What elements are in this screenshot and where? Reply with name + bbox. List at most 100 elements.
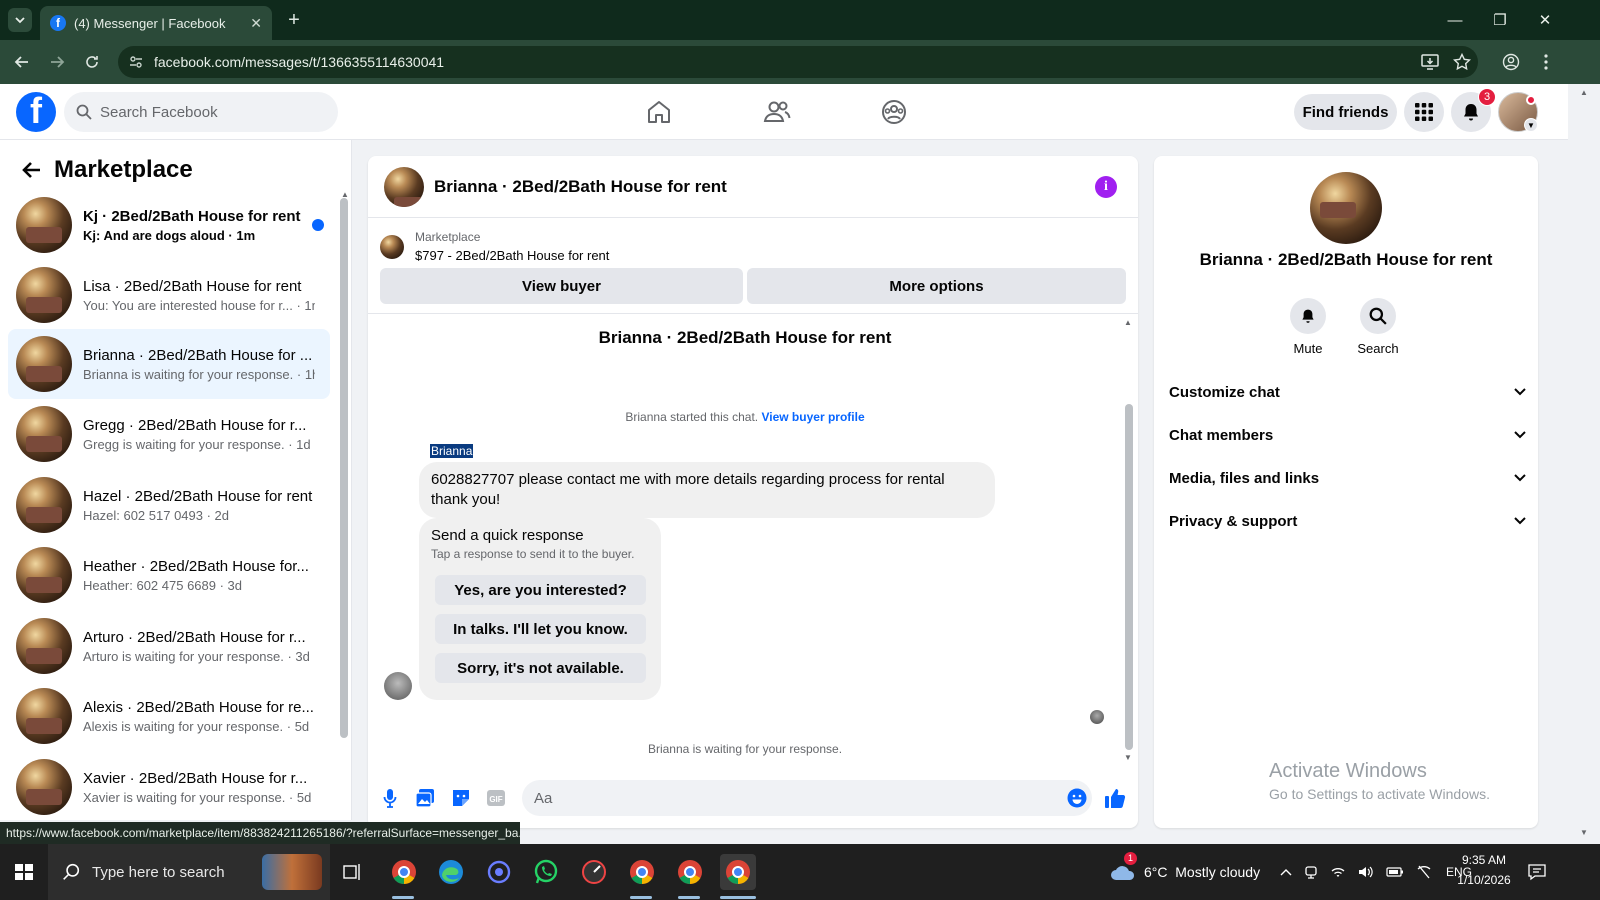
browser-tab[interactable]: f (4) Messenger | Facebook ✕	[40, 6, 272, 40]
like-icon[interactable]	[1103, 786, 1127, 810]
taskbar-search[interactable]: Type here to search	[48, 844, 330, 900]
site-settings-icon[interactable]	[124, 50, 148, 74]
find-friends-button[interactable]: Find friends	[1294, 94, 1397, 130]
weather-widget[interactable]: 1 6°C Mostly cloudy	[1110, 844, 1260, 900]
taskbar-app-blue[interactable]	[481, 854, 517, 890]
reload-button[interactable]	[80, 50, 104, 74]
quick-reply-button[interactable]: Yes, are you interested?	[435, 575, 646, 605]
conversation-item[interactable]: Gregg · 2Bed/2Bath House for r... Gregg …	[8, 399, 330, 469]
close-window-button[interactable]: ✕	[1530, 8, 1560, 32]
close-tab-icon[interactable]: ✕	[250, 15, 262, 32]
chrome-icon	[392, 860, 416, 884]
search-icon	[63, 863, 80, 880]
facebook-logo[interactable]: f	[16, 92, 56, 132]
quick-reply-button[interactable]: Sorry, it's not available.	[435, 653, 646, 683]
profile-alert-dot	[1526, 95, 1536, 105]
minimize-button[interactable]: —	[1440, 8, 1470, 32]
chrome-icon	[630, 860, 654, 884]
conversation-item[interactable]: Arturo · 2Bed/2Bath House for r... Artur…	[8, 611, 330, 681]
forward-button[interactable]	[45, 50, 69, 74]
view-buyer-button[interactable]: View buyer	[380, 268, 743, 304]
privacy-support-row[interactable]: Privacy & support	[1169, 503, 1527, 539]
search-label: Search	[1357, 341, 1399, 356]
taskbar-whatsapp-app[interactable]	[528, 854, 564, 890]
media-files-row[interactable]: Media, files and links	[1169, 460, 1527, 496]
back-button[interactable]	[10, 50, 34, 74]
taskbar-chrome-app[interactable]	[386, 854, 422, 890]
microphone-icon[interactable]	[378, 786, 402, 810]
listing-thumbnail	[16, 197, 72, 253]
friends-nav-button[interactable]	[761, 96, 793, 128]
taskbar-search-placeholder: Type here to search	[92, 863, 225, 881]
info-icon[interactable]: i	[1095, 176, 1117, 198]
conversation-item[interactable]: Hazel · 2Bed/2Bath House for rent Hazel:…	[8, 470, 330, 540]
mute-button[interactable]: Mute	[1278, 298, 1338, 356]
menu-button[interactable]	[1404, 92, 1444, 132]
home-nav-button[interactable]	[643, 96, 675, 128]
page-scrollbar[interactable]: ▲ ▼	[1568, 84, 1600, 844]
contact-avatar[interactable]	[1310, 172, 1382, 244]
thread-scrollbar[interactable]	[1125, 404, 1133, 750]
facebook-search-input[interactable]	[100, 103, 320, 121]
scroll-down-icon[interactable]: ▼	[1580, 828, 1588, 837]
notification-center-button[interactable]	[1528, 844, 1546, 900]
conversation-item[interactable]: Heather · 2Bed/2Bath House for... Heathe…	[8, 540, 330, 610]
new-tab-button[interactable]: +	[282, 8, 306, 32]
search-conversation-button[interactable]: Search	[1348, 298, 1408, 356]
taskbar-app-wpm[interactable]	[576, 854, 612, 890]
conversation-item[interactable]: Alexis · 2Bed/2Bath House for re... Alex…	[8, 681, 330, 751]
chat-title[interactable]: Brianna · 2Bed/2Bath House for rent	[434, 177, 727, 197]
bookmark-button[interactable]	[1450, 50, 1474, 74]
conversation-list-scrollbar[interactable]	[340, 198, 348, 738]
chat-avatar[interactable]	[384, 166, 424, 207]
task-view-button[interactable]	[334, 854, 370, 890]
grid-menu-icon	[1415, 103, 1433, 121]
taskbar-edge-app[interactable]	[433, 854, 469, 890]
install-app-button[interactable]	[1418, 50, 1442, 74]
conversation-item[interactable]: Xavier · 2Bed/2Bath House for r... Xavie…	[8, 752, 330, 822]
browser-menu-button[interactable]	[1534, 50, 1558, 74]
message-input-field[interactable]	[522, 780, 1092, 816]
profile-button[interactable]	[1499, 50, 1523, 74]
section-label: Privacy & support	[1169, 512, 1298, 530]
marketplace-title: Marketplace	[54, 156, 193, 183]
tab-search-button[interactable]	[8, 8, 32, 32]
message-bubble[interactable]: 6028827707 please contact me with more d…	[419, 462, 995, 518]
taskbar-chrome-profile-1[interactable]	[624, 854, 660, 890]
message-input[interactable]	[534, 789, 1034, 807]
url-bar[interactable]: facebook.com/messages/t/1366355114630041	[118, 46, 1478, 78]
scroll-down-icon[interactable]: ▼	[1124, 753, 1132, 762]
conversation-item[interactable]: Lisa · 2Bed/2Bath House for rent You: Yo…	[8, 260, 330, 330]
customize-chat-row[interactable]: Customize chat	[1169, 374, 1527, 410]
more-options-button[interactable]: More options	[747, 268, 1126, 304]
quick-reply-button[interactable]: In talks. I'll let you know.	[435, 614, 646, 644]
taskbar-clock[interactable]: 9:35 AM 1/10/2026	[1452, 850, 1516, 890]
chevron-down-icon[interactable]: ▼	[1524, 118, 1538, 132]
scroll-up-icon[interactable]: ▲	[1124, 318, 1132, 327]
photo-icon[interactable]	[413, 786, 437, 810]
unread-indicator	[312, 219, 324, 231]
back-arrow-button[interactable]	[16, 154, 48, 186]
search-icon	[1360, 298, 1396, 334]
system-tray-icons[interactable]: ENG	[1280, 844, 1472, 900]
sticker-icon[interactable]	[449, 786, 473, 810]
search-highlight-icon	[262, 854, 322, 890]
emoji-icon[interactable]	[1065, 786, 1089, 810]
facebook-search[interactable]	[64, 92, 338, 132]
scroll-up-icon[interactable]: ▲	[1580, 88, 1588, 97]
chat-started-note: Brianna started this chat. View buyer pr…	[368, 410, 1122, 424]
view-buyer-profile-link[interactable]: View buyer profile	[761, 410, 864, 424]
conversation-item[interactable]: Kj · 2Bed/2Bath House for rent Kj: And a…	[8, 190, 330, 260]
listing-summary[interactable]: Marketplace $797 - 2Bed/2Bath House for …	[380, 230, 609, 263]
windows-start-button[interactable]	[10, 858, 38, 886]
groups-icon	[882, 100, 906, 124]
restore-button[interactable]: ❐	[1485, 8, 1515, 32]
taskbar-chrome-active[interactable]	[720, 854, 756, 890]
groups-nav-button[interactable]	[878, 96, 910, 128]
sender-avatar[interactable]	[384, 672, 412, 700]
chat-members-row[interactable]: Chat members	[1169, 417, 1527, 453]
gif-icon[interactable]: GIF	[484, 786, 508, 810]
taskbar-chrome-profile-2[interactable]	[672, 854, 708, 890]
conversation-item-active[interactable]: Brianna · 2Bed/2Bath House for ... Brian…	[8, 329, 330, 399]
section-label: Customize chat	[1169, 383, 1280, 401]
